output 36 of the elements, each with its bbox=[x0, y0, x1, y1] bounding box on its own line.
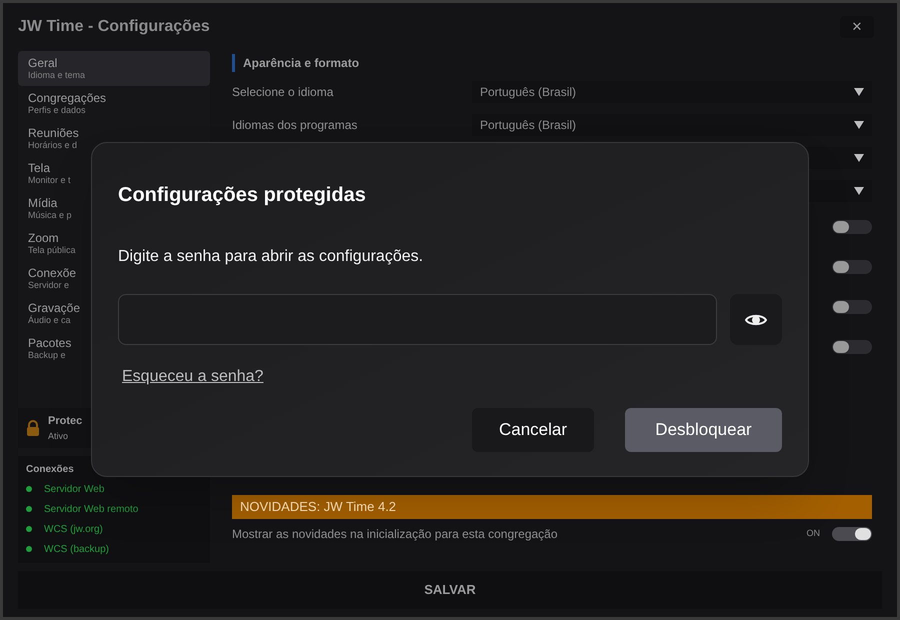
lock-icon bbox=[26, 420, 40, 436]
connection-label: Servidor Web bbox=[44, 482, 104, 496]
unlock-button[interactable]: Desbloquear bbox=[625, 408, 782, 452]
news-banner: NOVIDADES: JW Time 4.2 bbox=[232, 495, 872, 519]
setting-label: Mostrar as novidades na inicialização para esta congregação bbox=[232, 526, 559, 543]
setting-label: Idiomas dos programas bbox=[232, 116, 358, 134]
dialog-title: Configurações protegidas bbox=[118, 183, 367, 208]
toggle-state: ON bbox=[806, 527, 820, 540]
dialog-message: Digite a senha para abrir as configurações. bbox=[118, 247, 424, 267]
protection-status: Ativo bbox=[48, 430, 70, 442]
dropdown-arrow-icon bbox=[854, 120, 864, 128]
dropdown-arrow-icon bbox=[854, 186, 864, 194]
connections-title: Conexões bbox=[26, 463, 75, 477]
section-heading: Aparência e formato bbox=[243, 55, 360, 72]
sidebar-item[interactable]: Geral Idioma e tema bbox=[18, 51, 210, 86]
dropdown-arrow-icon bbox=[854, 154, 864, 162]
show-password-button[interactable] bbox=[730, 294, 782, 345]
toggle-switch[interactable] bbox=[832, 220, 872, 234]
toggle-switch[interactable] bbox=[832, 260, 872, 274]
cancel-button[interactable]: Cancelar bbox=[472, 408, 594, 452]
connection-label: WCS (backup) bbox=[44, 542, 110, 556]
connection-label: WCS (jw.org) bbox=[44, 522, 103, 536]
sidebar-item[interactable]: Congregações Perfis e dados bbox=[18, 86, 210, 121]
forgot-password-link[interactable]: Esqueceu a senha? bbox=[122, 365, 264, 389]
window-title: JW Time - Configurações bbox=[18, 17, 210, 37]
close-button[interactable]: ✕ bbox=[840, 16, 874, 38]
dropdown-arrow-icon bbox=[854, 88, 864, 96]
connection-label: Servidor Web remoto bbox=[44, 502, 138, 516]
protection-title: Protec bbox=[48, 414, 82, 429]
eye-icon bbox=[745, 312, 767, 326]
password-field[interactable] bbox=[118, 294, 717, 345]
toggle-switch[interactable] bbox=[832, 340, 872, 354]
setting-label: Selecione o idioma bbox=[232, 84, 334, 100]
save-button[interactable]: SALVAR bbox=[18, 571, 882, 609]
toggle-switch[interactable] bbox=[832, 527, 872, 541]
toggle-switch[interactable] bbox=[832, 300, 872, 314]
